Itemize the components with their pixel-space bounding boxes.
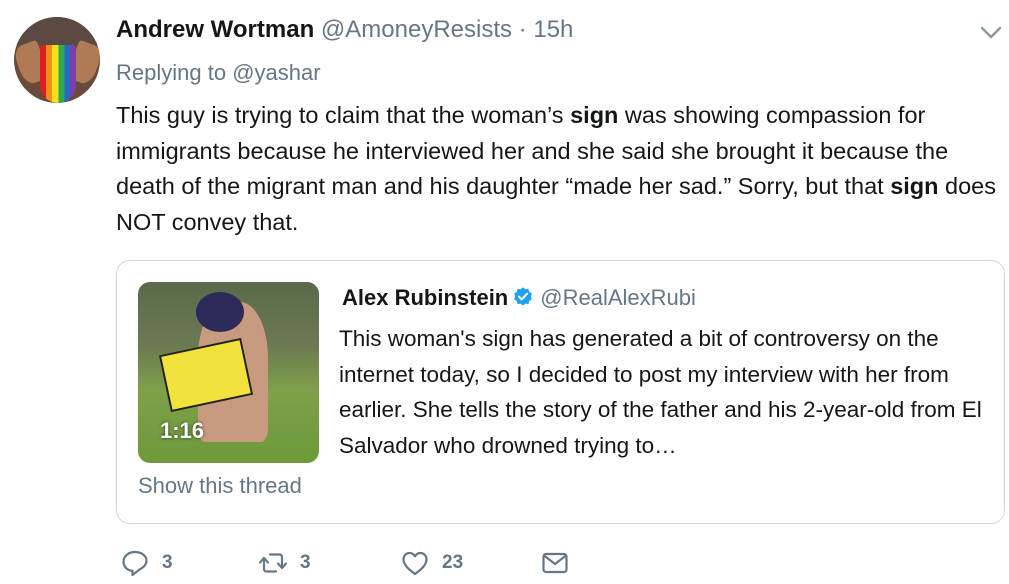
quoted-tweet-card[interactable]: 1:16 Alex Rubinstein @RealAlexRubi This … (116, 260, 1005, 524)
retweet-count: 3 (300, 552, 311, 573)
like-count: 23 (442, 552, 464, 573)
verified-badge-icon (514, 287, 533, 306)
quoted-user-handle[interactable]: @RealAlexRubi (540, 285, 696, 310)
reply-icon (122, 550, 148, 577)
direct-message-button[interactable] (540, 548, 570, 578)
like-icon (402, 551, 428, 576)
separator-dot: · (518, 16, 527, 43)
tweet-header: Andrew Wortman @AmoneyResists · 15h (116, 16, 573, 44)
video-thumbnail[interactable]: 1:16 (138, 282, 319, 463)
avatar-rainbow (40, 45, 76, 103)
timestamp[interactable]: 15h (533, 16, 573, 43)
direct-message-icon (542, 552, 568, 574)
avatar[interactable] (14, 17, 100, 103)
display-name[interactable]: Andrew Wortman (116, 16, 314, 43)
retweet-icon (258, 553, 288, 573)
chevron-down-icon[interactable] (980, 24, 1002, 42)
thumbnail-hair (196, 292, 244, 332)
quoted-tweet-header: Alex Rubinstein @RealAlexRubi (342, 285, 696, 311)
quoted-display-name[interactable]: Alex Rubinstein (342, 285, 508, 310)
show-thread-link[interactable]: Show this thread (138, 473, 302, 499)
retweet-button[interactable]: 3 (258, 548, 311, 578)
avatar-background (14, 17, 100, 45)
replying-to-label: Replying to (116, 60, 233, 85)
tweet-text-highlight: sign (570, 102, 619, 128)
reply-count: 3 (162, 552, 173, 573)
tweet-text-highlight: sign (890, 173, 939, 199)
reply-button[interactable]: 3 (120, 548, 173, 578)
replying-to-mention[interactable]: @yashar (232, 60, 320, 85)
quoted-tweet-text: This woman's sign has generated a bit of… (339, 326, 982, 458)
tweet-actions-bar: 3 3 23 (0, 540, 1009, 584)
user-handle[interactable]: @AmoneyResists (321, 16, 512, 43)
tweet-text-part: This guy is trying to claim that the wom… (116, 102, 571, 128)
tweet-text: This guy is trying to claim that the wom… (116, 98, 1001, 240)
video-duration: 1:16 (160, 418, 205, 443)
like-button[interactable]: 23 (400, 548, 463, 578)
replying-to-line: Replying to @yashar (116, 60, 321, 86)
